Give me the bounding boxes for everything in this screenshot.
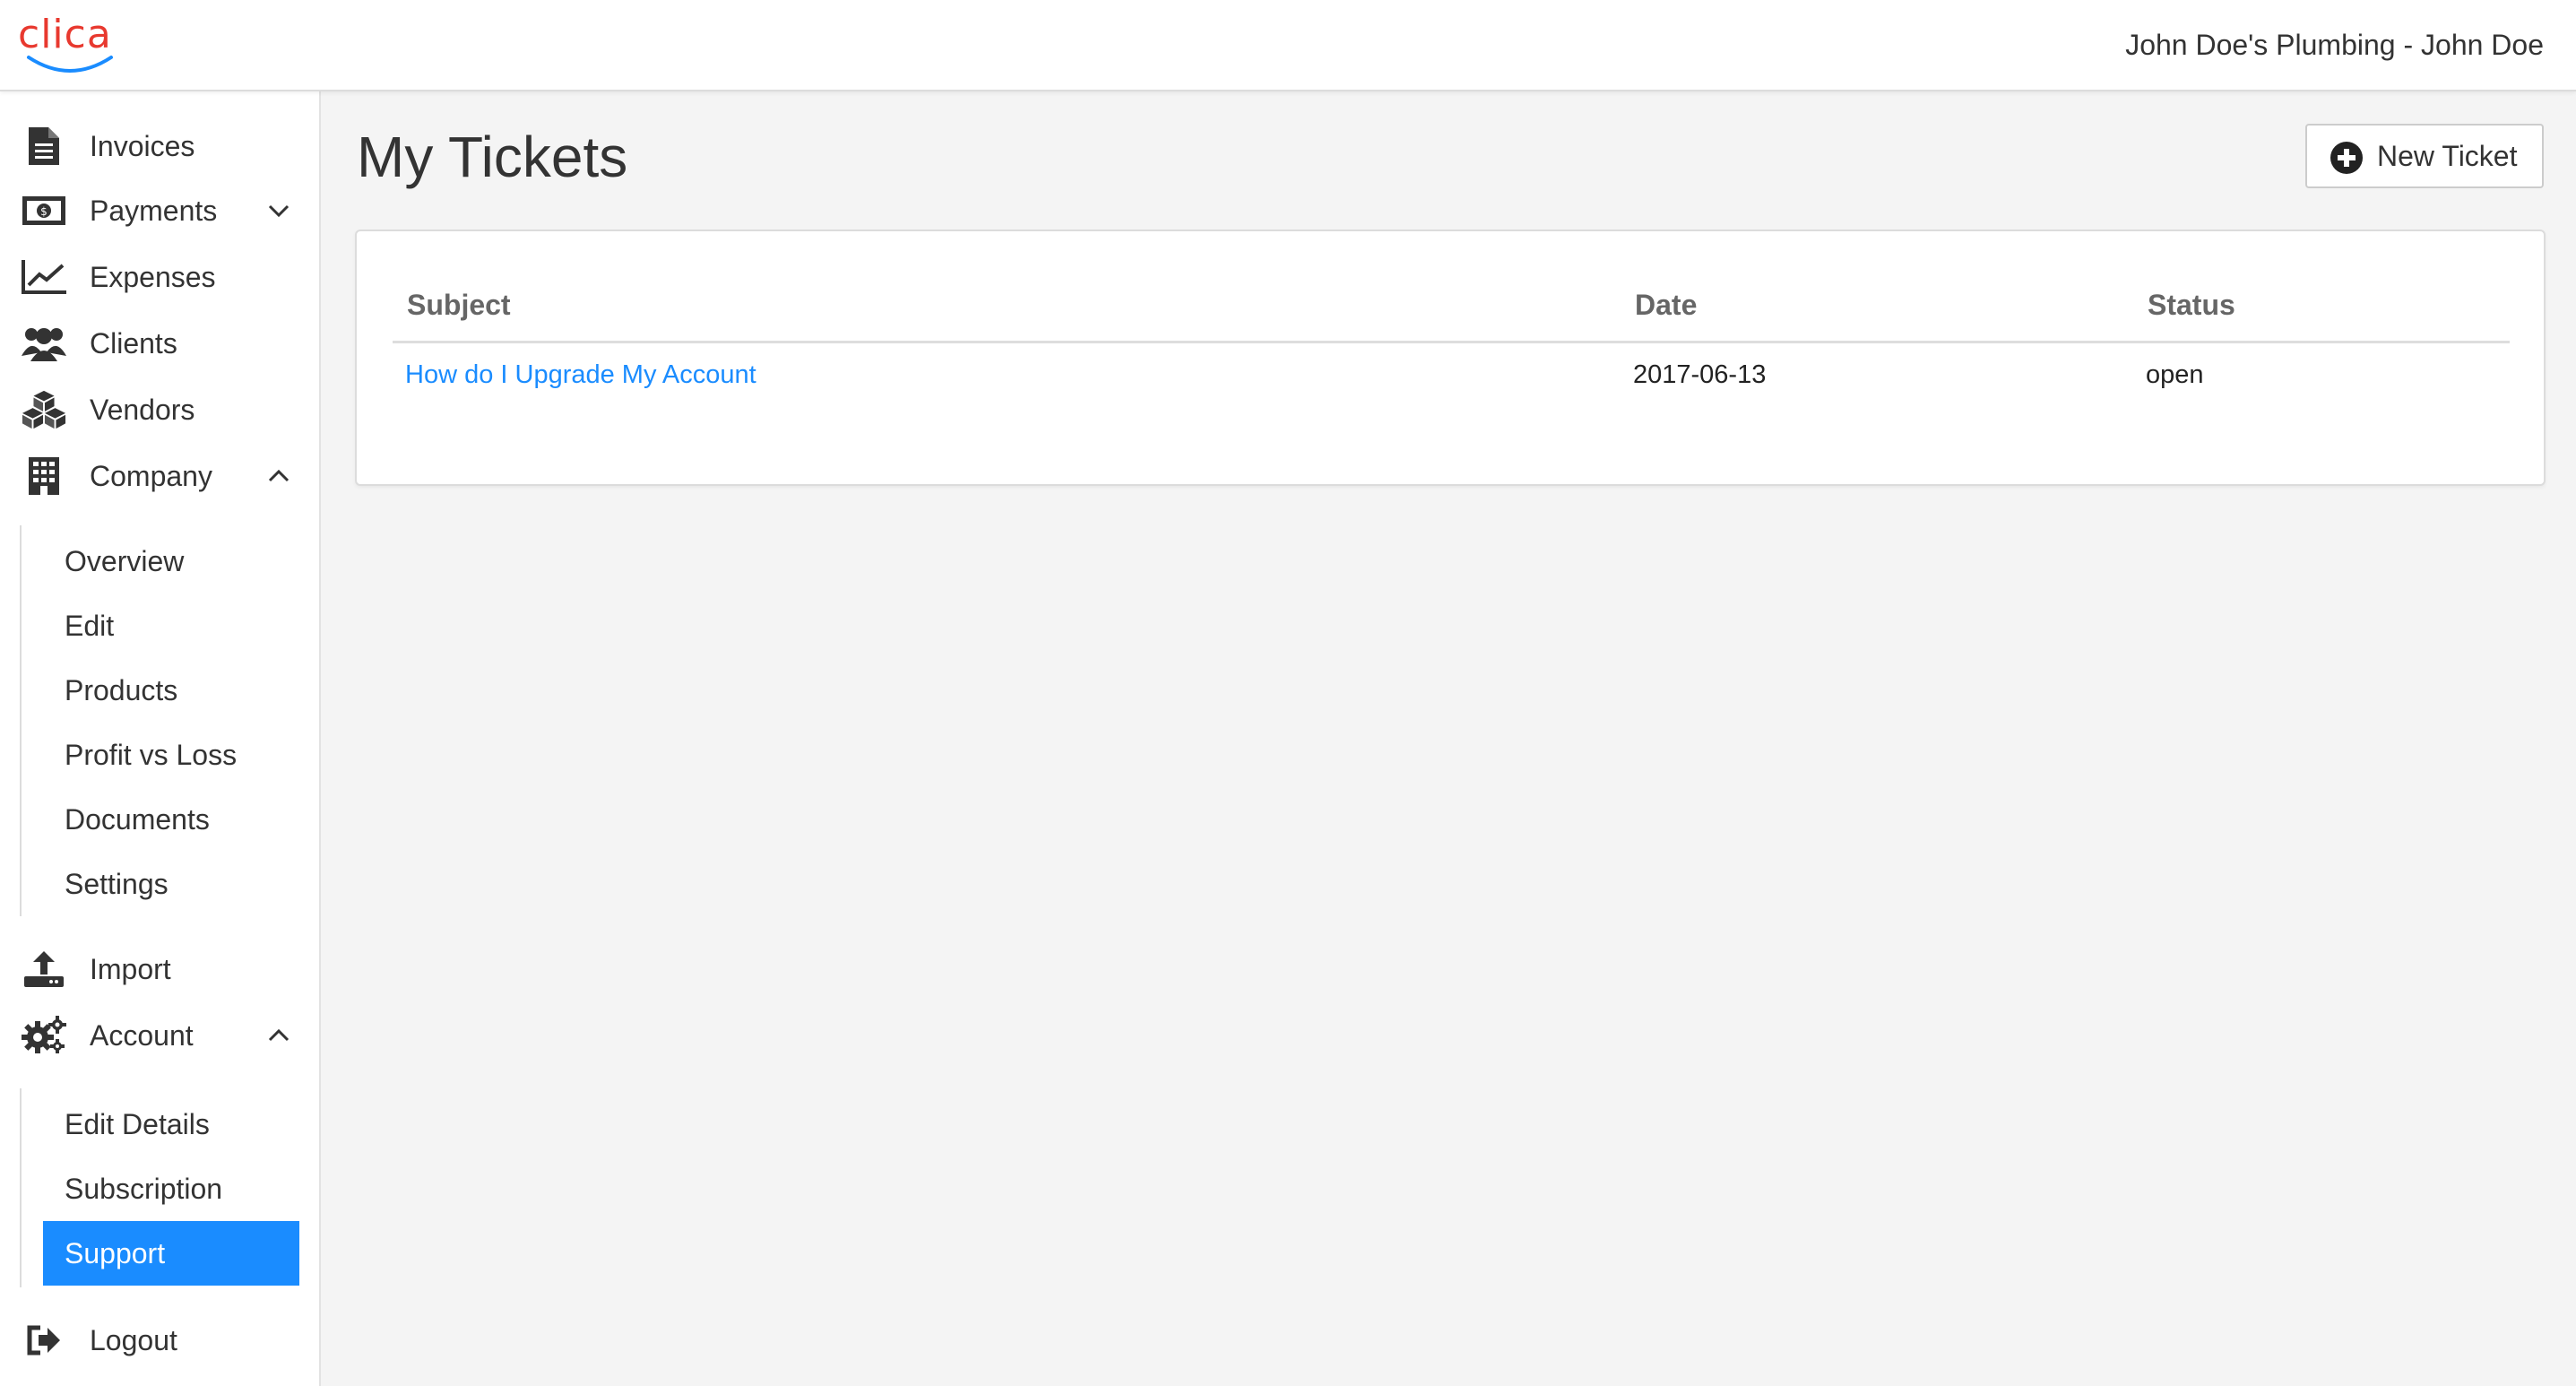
submenu-item-profit-vs-loss[interactable]: Profit vs Loss xyxy=(43,723,299,787)
plus-circle-icon xyxy=(2330,142,2363,174)
sidebar-item-import[interactable]: Import xyxy=(0,936,319,1002)
sidebar-item-label: Account xyxy=(90,1019,194,1052)
submenu-item-edit[interactable]: Edit xyxy=(43,593,299,658)
tickets-table-card: Subject Date Status How do I Upgrade My … xyxy=(355,230,2546,486)
user-account-label[interactable]: John Doe's Plumbing - John Doe xyxy=(2125,27,2544,63)
building-icon xyxy=(22,454,66,498)
chevron-down-icon[interactable] xyxy=(265,197,292,224)
submenu-item-label: Products xyxy=(65,674,178,706)
sidebar-item-label: Company xyxy=(90,460,212,492)
page-title: My Tickets xyxy=(357,125,628,189)
sidebar-item-label: Vendors xyxy=(90,394,195,426)
chevron-up-icon[interactable] xyxy=(265,1022,292,1049)
gears-icon xyxy=(22,1013,66,1058)
submenu-item-label: Edit xyxy=(65,610,115,642)
svg-text:$: $ xyxy=(40,205,48,218)
submenu-item-support[interactable]: Support xyxy=(43,1221,299,1286)
sidebar-item-label: Invoices xyxy=(90,130,195,162)
submenu-item-overview[interactable]: Overview xyxy=(43,529,299,593)
document-icon xyxy=(22,124,66,169)
sidebar-item-company[interactable]: Company xyxy=(0,443,319,509)
submenu-item-products[interactable]: Products xyxy=(43,658,299,723)
submenu-item-label: Edit Details xyxy=(65,1108,210,1140)
submenu-item-label: Subscription xyxy=(65,1173,223,1205)
sidebar-item-account[interactable]: Account xyxy=(0,1002,319,1069)
sidebar: Invoices $ Payments Expenses Clients Ven… xyxy=(0,91,321,1386)
sidebar-item-label: Clients xyxy=(90,327,177,359)
submenu-item-subscription[interactable]: Subscription xyxy=(43,1156,299,1221)
submenu-item-label: Overview xyxy=(65,545,185,577)
sidebar-item-payments[interactable]: $ Payments xyxy=(0,178,319,244)
top-header: clica John Doe's Plumbing - John Doe xyxy=(0,0,2576,91)
account-submenu-line xyxy=(20,1088,22,1287)
sidebar-item-label: Logout xyxy=(90,1324,177,1356)
ticket-status: open xyxy=(2146,360,2204,389)
ticket-date: 2017-06-13 xyxy=(1633,360,1767,389)
column-header-date[interactable]: Date xyxy=(1635,287,1697,323)
new-ticket-button[interactable]: New Ticket xyxy=(2305,124,2544,188)
cubes-icon xyxy=(22,387,66,432)
submenu-item-settings[interactable]: Settings xyxy=(43,852,299,916)
sidebar-item-vendors[interactable]: Vendors xyxy=(0,377,319,443)
column-header-subject[interactable]: Subject xyxy=(407,287,511,323)
new-ticket-label: New Ticket xyxy=(2377,140,2518,172)
logo-smile-icon xyxy=(27,56,113,73)
submenu-item-label: Documents xyxy=(65,803,210,836)
chevron-up-icon[interactable] xyxy=(265,463,292,489)
chart-line-icon xyxy=(22,255,66,299)
column-header-status[interactable]: Status xyxy=(2148,287,2235,323)
logo-text: clica xyxy=(18,12,112,57)
sidebar-item-label: Import xyxy=(90,953,171,985)
submenu-item-label: Profit vs Loss xyxy=(65,739,238,771)
upload-icon xyxy=(22,947,66,992)
clica-logo[interactable]: clica xyxy=(18,13,122,75)
sidebar-item-label: Payments xyxy=(90,195,218,227)
sidebar-item-clients[interactable]: Clients xyxy=(0,310,319,377)
sidebar-item-invoices[interactable]: Invoices xyxy=(0,113,319,179)
users-icon xyxy=(22,321,66,366)
money-icon: $ xyxy=(22,188,66,233)
ticket-subject-link[interactable]: How do I Upgrade My Account xyxy=(405,357,756,393)
sidebar-item-expenses[interactable]: Expenses xyxy=(0,244,319,310)
submenu-item-label: Support xyxy=(65,1237,166,1269)
sign-out-icon xyxy=(22,1318,66,1363)
sidebar-item-label: Expenses xyxy=(90,261,216,293)
submenu-item-documents[interactable]: Documents xyxy=(43,787,299,852)
table-header-divider xyxy=(393,341,2510,343)
sidebar-item-logout[interactable]: Logout xyxy=(0,1307,319,1373)
submenu-item-edit-details[interactable]: Edit Details xyxy=(43,1092,299,1156)
company-submenu-line xyxy=(20,525,22,916)
submenu-item-label: Settings xyxy=(65,868,169,900)
